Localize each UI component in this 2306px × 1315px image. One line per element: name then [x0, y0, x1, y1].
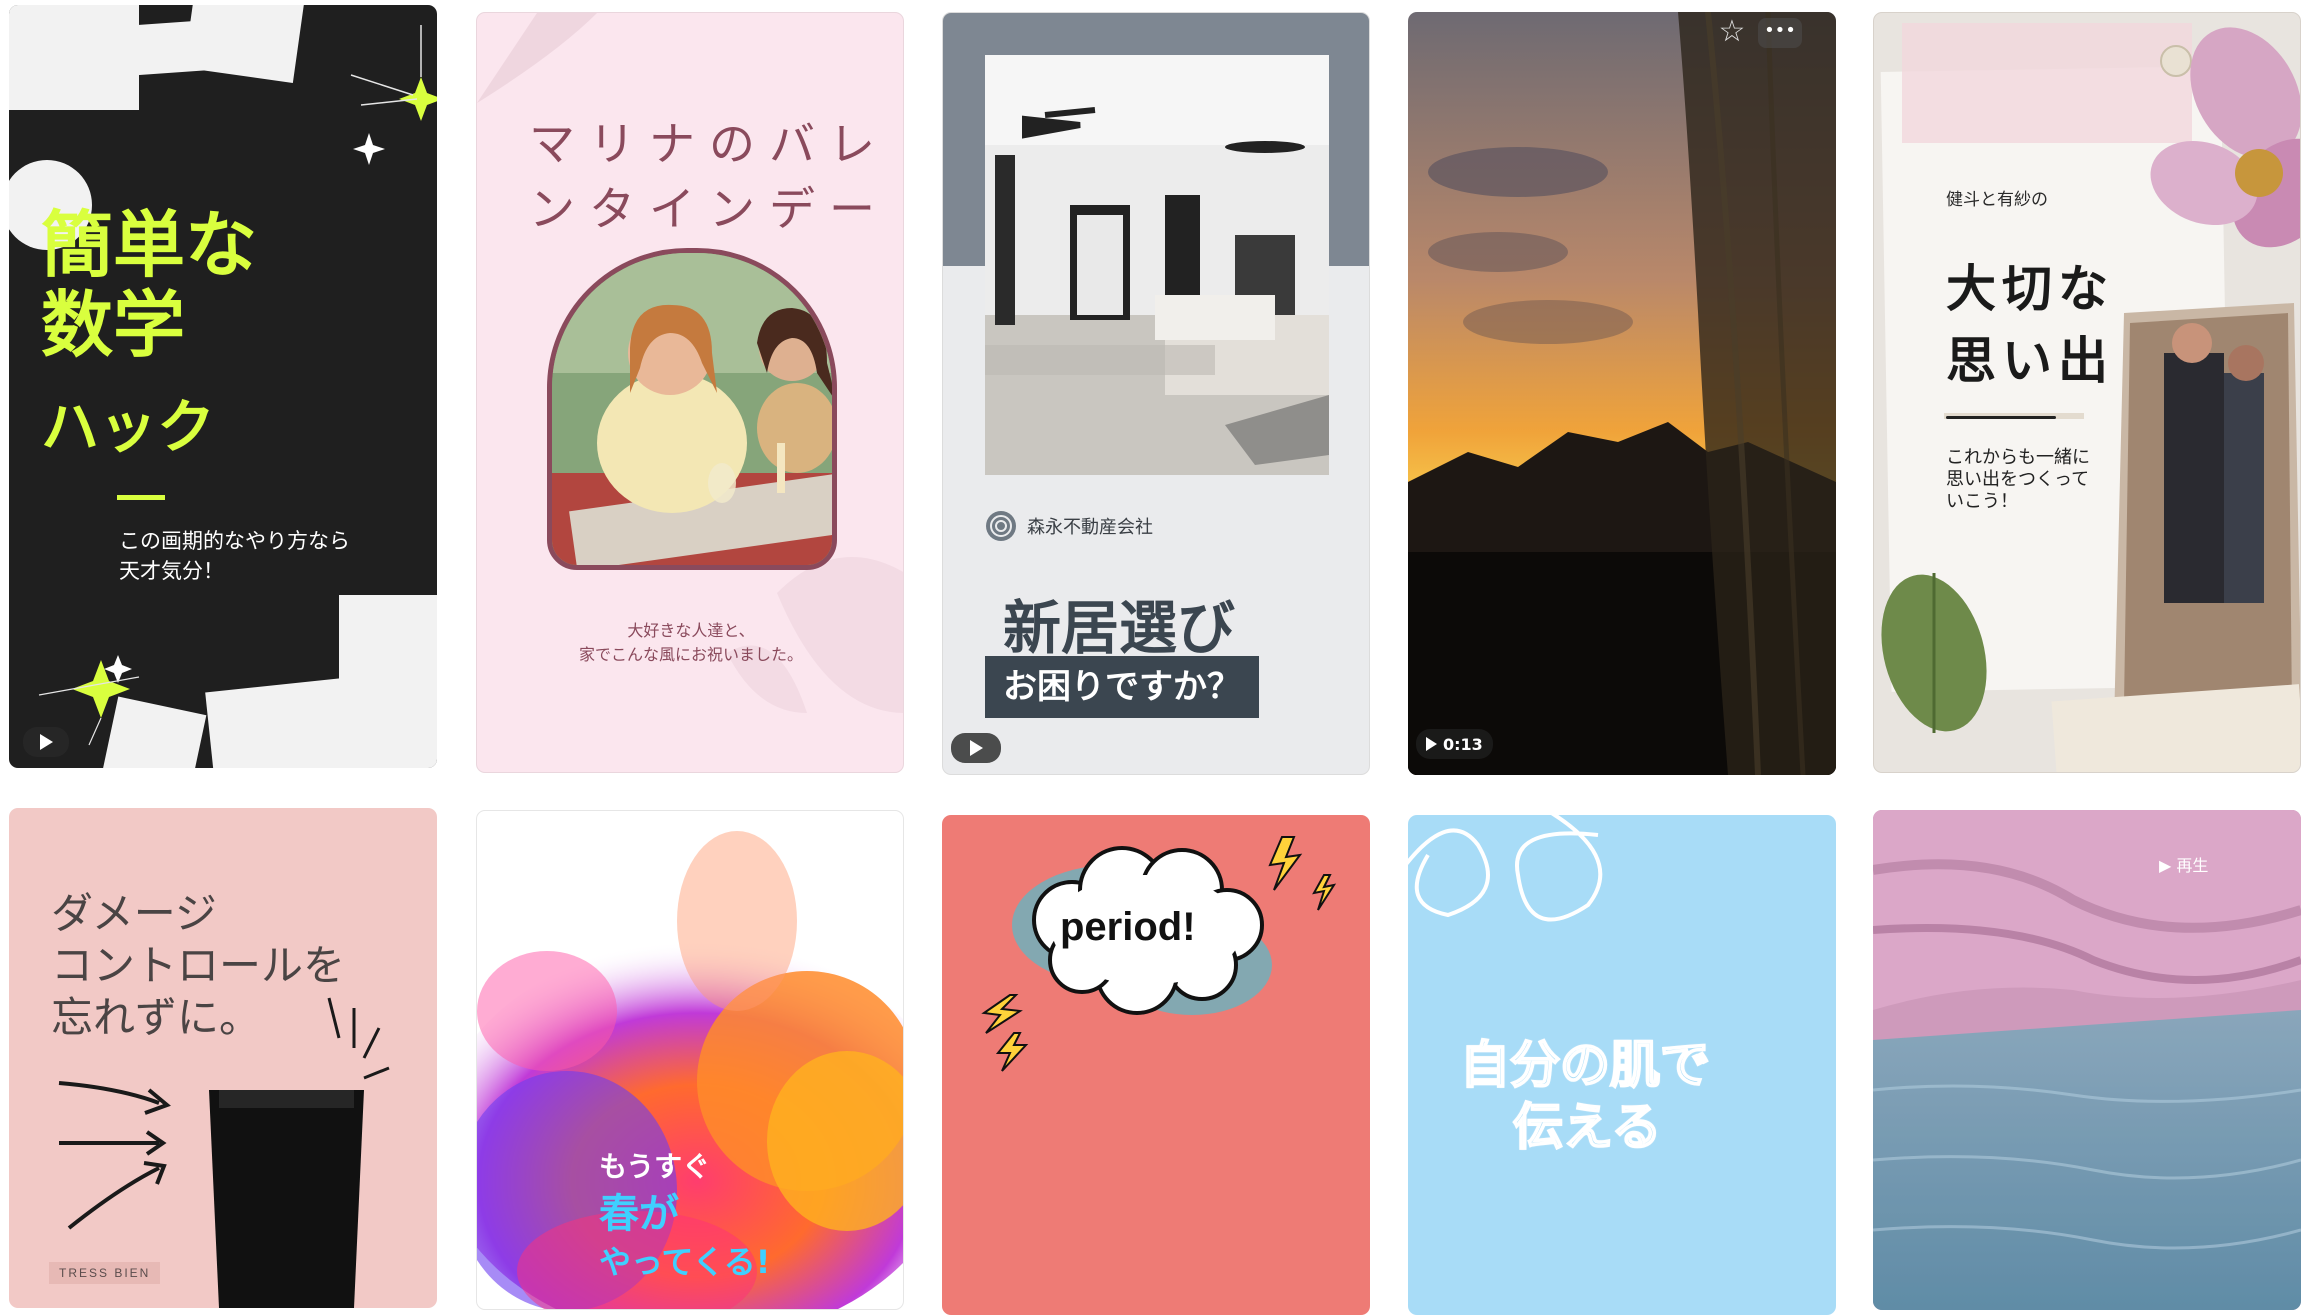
- color-powder-burst: [477, 831, 903, 1309]
- play-label[interactable]: ▶ 再生: [2159, 852, 2208, 876]
- play-icon: [1426, 737, 1437, 751]
- big-title-line-2: 思い出: [1946, 332, 2114, 390]
- lightning-icon: [981, 994, 1029, 1072]
- play-button[interactable]: [951, 733, 1001, 763]
- message-line-2: 思い出をつくって: [1946, 469, 2090, 490]
- template-card-period[interactable]: period!: [942, 815, 1370, 1315]
- banner-text: お困りですか？: [985, 656, 1259, 718]
- headline-line-3: ハック: [41, 393, 216, 461]
- template-card-skin[interactable]: 自分の肌で 伝える: [1408, 815, 1836, 1315]
- big-title-line-1: 大切な: [1946, 260, 2114, 318]
- template-card-damage-control[interactable]: ダメージ コントロールを 忘れずに。 TRESS BIEN: [9, 808, 437, 1308]
- template-card-valentine[interactable]: マリナのバレ ンタインデー 大好きな人達と、 家でこんな風にお祝いました。: [476, 12, 904, 773]
- video-card-coast[interactable]: ▶ 再生: [1873, 810, 2301, 1310]
- message-line-3: いこう！: [1946, 491, 2018, 512]
- message-line-1: これからも一緒に: [1946, 447, 2090, 468]
- headline-line-2: 数学: [41, 283, 186, 367]
- template-card-memories[interactable]: 健斗と有紗の 大切な 思い出 これからも一緒に 思い出をつくって いこう！: [1873, 12, 2301, 773]
- caption-line-1: 大好きな人達と、: [627, 621, 755, 640]
- photo-living-room: [985, 55, 1329, 475]
- sunset-scene: [1408, 12, 1836, 775]
- caption-line-2: 家でこんな風にお祝いました。: [578, 645, 803, 664]
- headline-line-3: やってくる!: [599, 1243, 771, 1281]
- template-card-spring[interactable]: もうすぐ 春が やってくる!: [476, 810, 904, 1310]
- small-title: 健斗と有紗の: [1946, 190, 2048, 210]
- duration-text: 0:13: [1443, 734, 1483, 754]
- divider-stroke: [1946, 416, 2056, 419]
- company-name: 森永不動産会社: [1027, 517, 1153, 538]
- star-icon[interactable]: ☆: [1708, 14, 1756, 50]
- title-line-1: マリナのバレ: [529, 117, 889, 171]
- arrows-and-tube: [58, 997, 390, 1308]
- play-icon: [39, 734, 53, 750]
- decorative-shapes: [9, 5, 437, 768]
- lightning-icon: [1268, 836, 1337, 911]
- play-button[interactable]: [23, 727, 69, 757]
- photo-frame: [547, 248, 837, 570]
- photo-friends-dinner: [552, 253, 832, 565]
- coast-scene: [1873, 810, 2301, 1310]
- template-card-real-estate[interactable]: 森永不動産会社 新居選び お困りですか？: [942, 12, 1370, 775]
- title-line-2: ンタインデー: [529, 182, 889, 236]
- duration-badge: 0:13: [1416, 729, 1493, 759]
- headline-line-2: 春が: [599, 1191, 679, 1237]
- video-card-sunset[interactable]: ☆ ••• 0:13: [1408, 12, 1836, 775]
- brand-label: TRESS BIEN: [49, 1262, 161, 1284]
- template-card-math-hack[interactable]: 簡単な 数学 ハック この画期的なやり方なら 天才気分！: [9, 5, 437, 768]
- more-icon[interactable]: •••: [1758, 18, 1802, 48]
- subtitle-line-1: この画期的なやり方なら: [119, 529, 350, 553]
- headline: 新居選び: [1003, 594, 1236, 662]
- headline-line-1: 簡単な: [41, 203, 258, 287]
- spiral-logo-icon: [986, 511, 1016, 541]
- headline-line-2: 伝える: [1512, 1097, 1662, 1157]
- play-icon: [969, 740, 983, 756]
- period-word: period!: [1060, 905, 1196, 949]
- subtitle-line-2: 天才気分！: [119, 559, 224, 583]
- collage-decoration: [1880, 23, 2300, 772]
- headline-line-1: もうすぐ: [599, 1150, 711, 1183]
